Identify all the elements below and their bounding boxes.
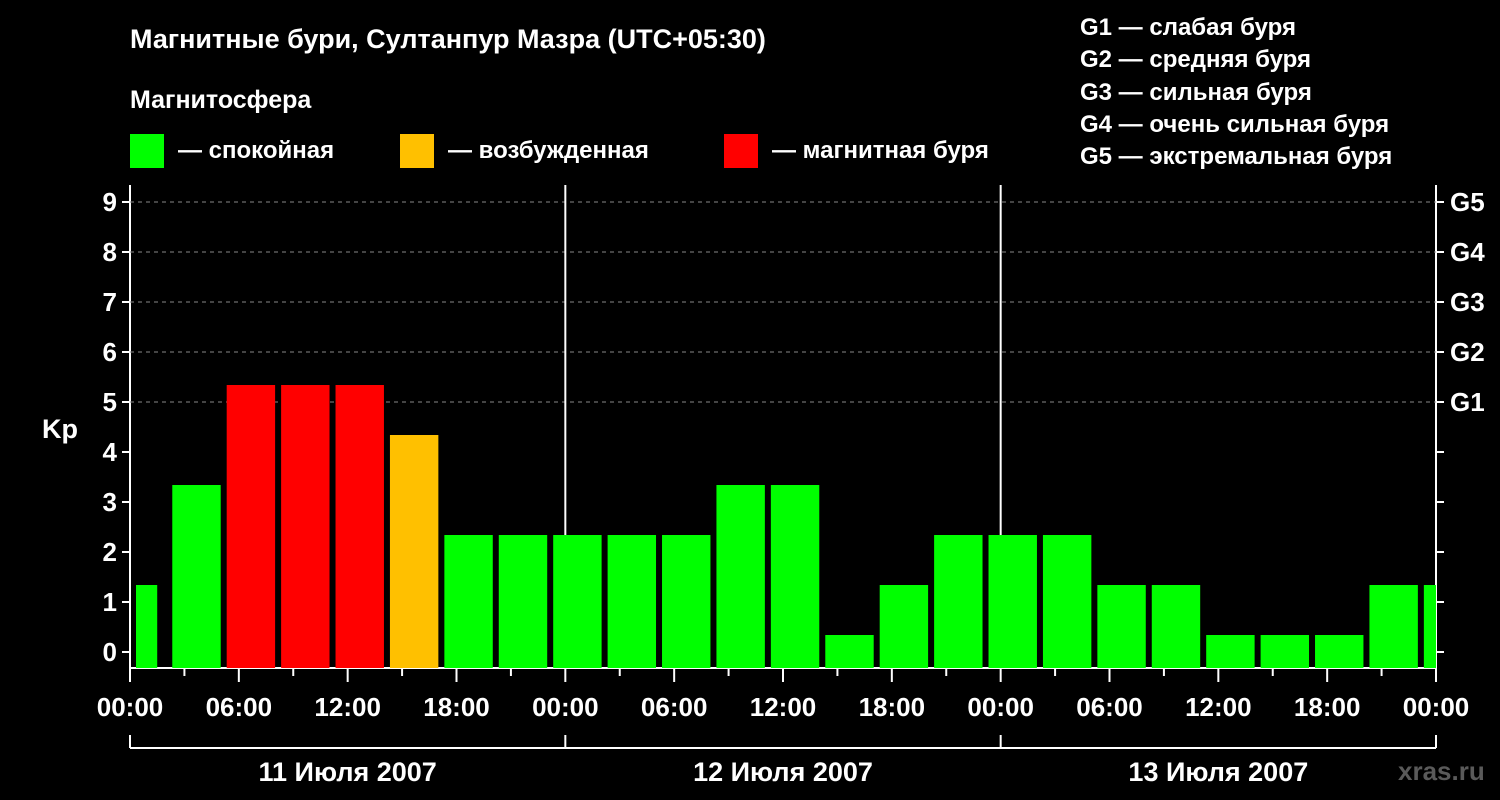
x-tick-label: 06:00: [206, 692, 273, 722]
kp-bar: [716, 485, 765, 668]
kp-bar: [1315, 635, 1364, 668]
x-tick-label: 18:00: [423, 692, 490, 722]
kp-bar: [825, 635, 874, 668]
x-tick-label: 18:00: [859, 692, 926, 722]
kp-bar: [1260, 635, 1310, 668]
kp-bar: [607, 535, 657, 668]
watermark: xras.ru: [1398, 756, 1485, 786]
kp-bar: [1097, 585, 1146, 668]
kp-bar: [1423, 585, 1436, 668]
x-tick-label: 00:00: [97, 692, 164, 722]
y-tick-label: 1: [103, 587, 117, 617]
x-tick-label: 12:00: [750, 692, 817, 722]
kp-bar: [879, 585, 929, 668]
kp-bar: [770, 485, 820, 668]
day-label: 13 Июля 2007: [1128, 757, 1308, 787]
y-axis-label: Kp: [42, 414, 78, 444]
kp-bar: [226, 385, 276, 668]
x-tick-label: 12:00: [314, 692, 381, 722]
kp-bar: [172, 485, 221, 668]
y-tick-label: 9: [103, 187, 117, 217]
kp-bar: [335, 385, 384, 668]
day-label: 11 Июля 2007: [259, 757, 437, 787]
kp-bar: [1369, 585, 1418, 668]
kp-bar: [498, 535, 548, 668]
kp-bar: [988, 535, 1037, 668]
y-tick-label: 4: [103, 437, 118, 467]
x-tick-label: 06:00: [641, 692, 708, 722]
kp-bar: [444, 535, 493, 668]
g-level-axis-label: G5: [1450, 187, 1485, 217]
kp-bar: [934, 535, 983, 668]
y-tick-label: 7: [103, 287, 117, 317]
g-level-axis-label: G2: [1450, 337, 1485, 367]
kp-chart: 0 1 2 3 4 5 6 7 8 9 G1 G2 G3 G4 G5 Kp 00:00 06:00 12:00 18:…: [42, 185, 1485, 787]
g-level-axis-label: G3: [1450, 287, 1485, 317]
day-label: 12 Июля 2007: [693, 757, 873, 787]
x-tick-label: 00:00: [532, 692, 599, 722]
x-tick-label: 18:00: [1294, 692, 1361, 722]
kp-bar: [1151, 585, 1201, 668]
kp-bar: [662, 535, 711, 668]
kp-bar: [136, 585, 158, 668]
y-tick-label: 2: [103, 537, 117, 567]
x-tick-label: 00:00: [1403, 692, 1470, 722]
y-tick-label: 6: [103, 337, 117, 367]
kp-bar: [553, 535, 602, 668]
kp-bar: [281, 385, 330, 668]
kp-bar: [1042, 535, 1092, 668]
g-level-axis-label: G4: [1450, 237, 1485, 267]
y-tick-label: 0: [103, 637, 117, 667]
kp-bar: [389, 435, 439, 668]
y-tick-label: 5: [103, 387, 117, 417]
x-tick-label: 06:00: [1076, 692, 1143, 722]
y-tick-label: 3: [103, 487, 117, 517]
y-tick-label: 8: [103, 237, 117, 267]
x-tick-label: 00:00: [967, 692, 1034, 722]
kp-bar: [1206, 635, 1255, 668]
g-level-axis-label: G1: [1450, 387, 1485, 417]
x-tick-label: 12:00: [1185, 692, 1252, 722]
